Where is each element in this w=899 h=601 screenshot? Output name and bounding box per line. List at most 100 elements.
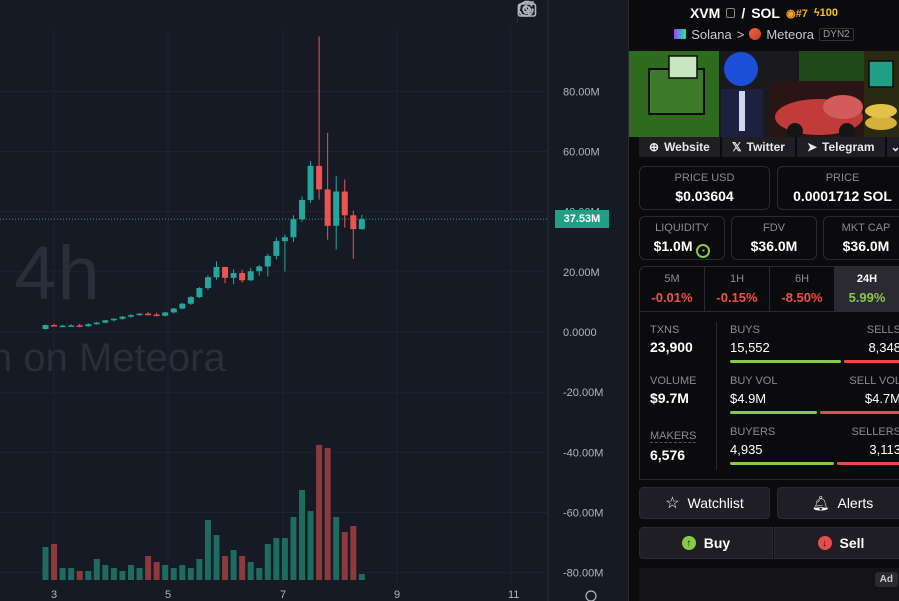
price-usd-label: PRICE USD xyxy=(674,172,735,184)
fdv-card: FDV $36.0M xyxy=(731,216,817,260)
buy-button[interactable]: ↑ Buy xyxy=(639,527,773,559)
globe-icon: ⊕ xyxy=(649,140,660,154)
website-link[interactable]: ⊕ Website xyxy=(639,137,720,157)
gear-icon[interactable] xyxy=(518,1,586,24)
arrow-up-icon: ↑ xyxy=(681,536,696,550)
trending-rank-badge[interactable]: ◉#7 xyxy=(786,7,808,20)
price-sol-label: PRICE xyxy=(825,172,860,184)
candle-body xyxy=(93,322,100,325)
candle-body xyxy=(128,315,134,317)
volume-bar xyxy=(256,568,263,580)
tab-24h[interactable]: 24H 5.99% xyxy=(835,267,899,311)
y-axis-tick-label: -60.00M xyxy=(563,507,603,519)
volume-bar xyxy=(247,562,254,580)
price-change-tabs: 5M -0.01% 1H -0.15% 6H -8.50% 24H 5.99% xyxy=(639,266,899,312)
volume-bar xyxy=(85,571,92,580)
volume-bar xyxy=(333,517,340,580)
candle-body xyxy=(102,320,109,323)
candle-body xyxy=(170,308,177,313)
chain-name[interactable]: Solana xyxy=(691,27,731,42)
candle-body xyxy=(358,219,365,230)
candle-body xyxy=(273,241,280,256)
arrow-down-icon: ↓ xyxy=(817,536,832,550)
buys-sells-stat: BUYS SELLS 15,552 8,348 xyxy=(730,324,899,363)
twitter-link[interactable]: 𝕏 Twitter xyxy=(721,137,795,157)
x-axis-tick-label: 7 xyxy=(280,589,286,601)
tab-1h[interactable]: 1H -0.15% xyxy=(705,267,770,311)
volume-bar xyxy=(204,520,211,580)
liquidity-value: $1.0M ▪ xyxy=(640,238,724,258)
x-axis-tick-label: 3 xyxy=(51,589,57,601)
candle-body xyxy=(145,313,152,316)
volume-bar xyxy=(119,571,126,580)
volume-bar xyxy=(358,574,365,580)
candle-body xyxy=(256,266,263,272)
volume-bar xyxy=(316,445,323,580)
candle-body xyxy=(341,191,348,216)
candle-body xyxy=(290,219,297,238)
candle-body xyxy=(204,277,211,289)
boost-badge[interactable]: ϟ100 xyxy=(814,7,838,19)
tab-5m[interactable]: 5M -0.01% xyxy=(640,267,705,311)
volume-stat: VOLUME $9.7M xyxy=(650,375,697,406)
candle-body xyxy=(119,316,126,319)
buys-sells-ratio-bar xyxy=(730,360,899,363)
dex-name[interactable]: Meteora xyxy=(766,27,814,42)
telegram-icon: ➤ xyxy=(806,140,818,154)
star-icon: ☆ xyxy=(665,495,680,512)
volume-bar xyxy=(196,559,203,580)
watchlist-button[interactable]: ☆ Watchlist xyxy=(639,487,770,519)
buyers-sellers-stat: BUYERS SELLERS 4,935 3,113 xyxy=(730,426,899,465)
volume-bar xyxy=(264,544,271,580)
volume-bar xyxy=(76,571,83,580)
trading-stats: TXNS 23,900 VOLUME $9.7M MAKERS 6,576 BU… xyxy=(639,312,899,480)
lock-icon[interactable]: ▪ xyxy=(696,244,711,258)
volume-bar xyxy=(59,568,66,580)
volume-bar xyxy=(170,568,177,580)
volume-bar xyxy=(307,511,314,580)
ad-slot[interactable]: Ad xyxy=(639,568,899,601)
candle-body xyxy=(85,324,92,327)
volume-bar xyxy=(299,490,305,580)
camera-icon[interactable] xyxy=(517,0,620,24)
last-price-label: 37.53M xyxy=(555,210,609,228)
volume-bar xyxy=(324,448,331,580)
candle-body xyxy=(110,318,117,321)
candle-body xyxy=(247,271,254,281)
volume-bar xyxy=(145,556,152,580)
base-symbol: XVM xyxy=(689,5,721,21)
candle-body xyxy=(230,273,237,278)
volume-bar xyxy=(290,517,297,580)
candle-body xyxy=(59,325,66,328)
price-usd-card: PRICE USD $0.03604 xyxy=(639,166,770,210)
price-sol-card: PRICE 0.0001712 SOL xyxy=(777,166,899,210)
pair-info-panel: XVM / SOL ◉#7 ϟ100 Solana > Meteora DYN2 xyxy=(628,0,899,601)
telegram-link[interactable]: ➤ Telegram xyxy=(796,137,885,157)
volume-bar xyxy=(102,565,109,580)
price-chart[interactable]: 80.00M60.00M40.00M20.00M0.0000-20.00M-40… xyxy=(0,0,628,601)
stats-divider xyxy=(716,322,717,470)
y-axis-tick-label: -20.00M xyxy=(563,387,603,399)
y-axis-tick-label: 20.00M xyxy=(563,267,600,279)
volume-ratio-bar xyxy=(730,411,899,414)
candle-body xyxy=(153,314,160,317)
volume-bar xyxy=(93,559,100,580)
candle-body xyxy=(136,313,143,316)
volume-bar xyxy=(187,568,194,580)
candle-body xyxy=(179,303,186,309)
tab-6h[interactable]: 6H -8.50% xyxy=(770,267,835,311)
volume-bar xyxy=(162,565,169,580)
buyers-ratio-bar xyxy=(730,462,899,465)
breadcrumb-arrow: > xyxy=(736,26,745,42)
liquidity-card: LIQUIDITY $1.0M ▪ xyxy=(639,216,725,260)
candle-body xyxy=(51,325,58,327)
volume-bar xyxy=(230,550,237,580)
sell-button[interactable]: ↓ Sell xyxy=(774,527,899,559)
alerts-button[interactable]: 🔔︎ Alerts xyxy=(777,487,899,519)
copy-icon[interactable] xyxy=(726,8,736,18)
candle-body xyxy=(222,267,229,278)
more-links-button[interactable]: ⌄ xyxy=(886,137,899,157)
candle-body xyxy=(68,325,75,327)
volume-bar xyxy=(213,535,220,580)
chain-breadcrumb: Solana > Meteora DYN2 xyxy=(629,24,899,44)
